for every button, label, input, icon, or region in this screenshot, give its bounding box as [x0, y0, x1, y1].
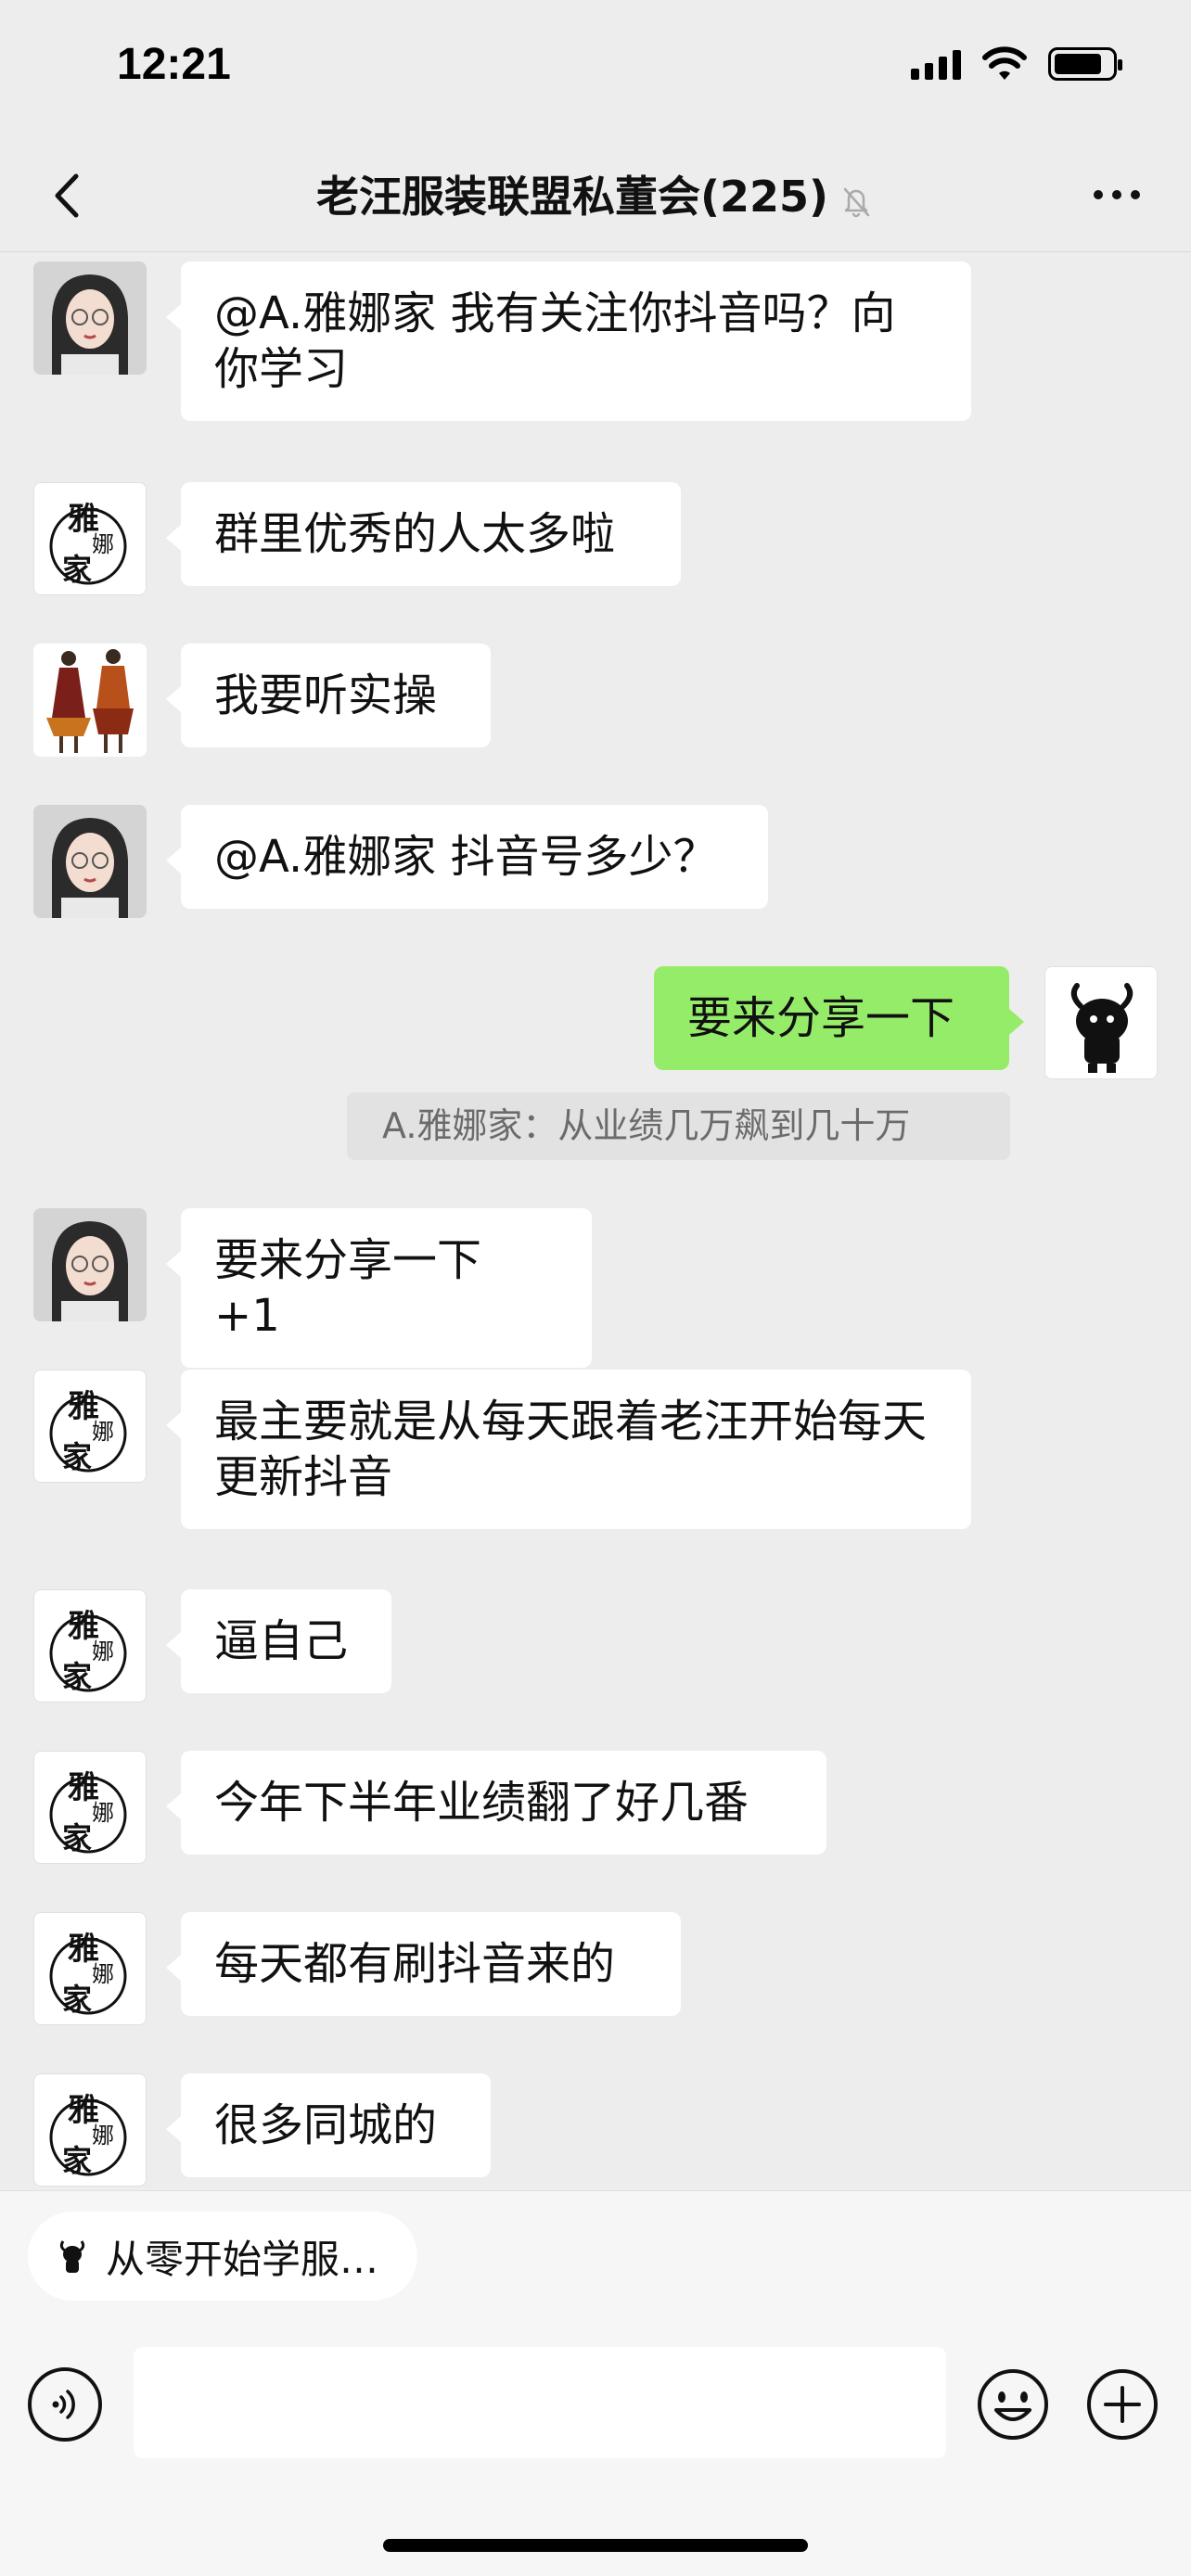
avatar[interactable]: 雅 娜 家 [33, 2073, 147, 2187]
message-text: 每天都有刷抖音来的 [214, 1938, 616, 1990]
plus-icon[interactable] [1085, 2367, 1159, 2442]
message-text: @A.雅娜家 抖音号多少？ [214, 831, 718, 883]
chat-title-text: 老汪服装联盟私董会(225) [315, 172, 829, 222]
yana-logo-icon: 雅 娜 家 [49, 2092, 127, 2178]
avatar[interactable] [33, 1208, 147, 1321]
chip-label: 从零开始学服… [106, 2236, 379, 2282]
message-bubble[interactable]: 群里优秀的人太多啦 [166, 482, 681, 586]
yana-logo-icon: 雅 娜 家 [49, 501, 127, 587]
status-bar: 12:21 [0, 0, 1191, 139]
yana-logo-icon: 雅 娜 家 [49, 1388, 127, 1474]
svg-text:家: 家 [62, 1439, 92, 1474]
message-text: 最主要就是从每天跟着老汪开始每天更新抖音 [214, 1396, 928, 1503]
message-bubble[interactable]: 逼自己 [166, 1589, 391, 1693]
message-text: @A.雅娜家 我有关注你抖音吗？向你学习 [214, 287, 896, 395]
cellular-signal-icon [911, 48, 961, 80]
svg-text:家: 家 [62, 552, 92, 587]
message-bubble[interactable]: 我要听实操 [166, 644, 491, 747]
battery-icon [1048, 47, 1122, 81]
avatar[interactable]: 雅 娜 家 [33, 1370, 147, 1483]
message-text: 要来分享一下 [687, 992, 955, 1044]
emoji-icon[interactable] [976, 2367, 1050, 2442]
voice-button[interactable] [28, 2367, 102, 2442]
avatar[interactable]: 雅 娜 家 [33, 482, 147, 595]
svg-text:家: 家 [62, 1982, 92, 2017]
home-indicator[interactable] [383, 2539, 808, 2552]
avatar[interactable] [33, 644, 147, 757]
svg-text:家: 家 [62, 1659, 92, 1694]
mini-program-chip[interactable]: 从零开始学服… [28, 2212, 417, 2301]
message-bubble[interactable]: 每天都有刷抖音来的 [166, 1912, 681, 2016]
message-bubble[interactable]: 要来分享一下 +1 [166, 1208, 592, 1368]
woman-avatar-icon [33, 805, 147, 918]
message-bubble[interactable]: 今年下半年业绩翻了好几番 [166, 1751, 826, 1855]
avatar[interactable] [33, 805, 147, 918]
avatar[interactable]: 雅 娜 家 [33, 1751, 147, 1864]
avatar[interactable]: 雅 娜 家 [33, 1589, 147, 1702]
svg-text:家: 家 [62, 2143, 92, 2178]
message-bubble[interactable]: 很多同城的 [166, 2073, 491, 2177]
chat-title: 老汪服装联盟私董会(225) [0, 163, 1191, 224]
avatar[interactable]: 雅 娜 家 [33, 1912, 147, 2025]
wifi-icon [982, 46, 1027, 80]
quoted-message[interactable]: A.雅娜家：从业绩几万飙到几十万 [347, 1092, 1010, 1160]
message-bubble[interactable]: @A.雅娜家 我有关注你抖音吗？向你学习 [166, 261, 971, 421]
message-text: 群里优秀的人太多啦 [214, 508, 616, 560]
mute-bell-icon [843, 187, 870, 217]
svg-text:娜: 娜 [92, 1961, 114, 1987]
yana-logo-icon: 雅 娜 家 [49, 1769, 127, 1855]
bull-character-icon [1045, 967, 1157, 1078]
message-text: 很多同城的 [214, 2099, 438, 2151]
yana-logo-icon: 雅 娜 家 [49, 1931, 127, 2017]
svg-text:娜: 娜 [92, 531, 114, 557]
message-input[interactable] [134, 2347, 946, 2458]
woman-avatar-icon [33, 1208, 147, 1321]
message-bubble-self[interactable]: 要来分享一下 [654, 966, 1024, 1070]
yana-logo-icon: 雅 娜 家 [49, 1608, 127, 1694]
svg-text:家: 家 [62, 1820, 92, 1855]
nav-bar: 老汪服装联盟私董会(225) [0, 139, 1191, 252]
bottom-panel: 从零开始学服… [0, 2190, 1191, 2576]
quote-text: A.雅娜家：从业绩几万飙到几十万 [382, 1105, 911, 1146]
message-bubble[interactable]: 最主要就是从每天跟着老汪开始每天更新抖音 [166, 1370, 971, 1529]
message-bubble[interactable]: @A.雅娜家 抖音号多少？ [166, 805, 768, 909]
svg-text:娜: 娜 [92, 1419, 114, 1445]
message-text: 要来分享一下 +1 [214, 1234, 482, 1342]
woman-avatar-icon [33, 261, 147, 375]
voice-icon [52, 2390, 75, 2419]
avatar[interactable] [33, 261, 147, 375]
svg-text:娜: 娜 [92, 1639, 114, 1664]
bull-character-icon [59, 2240, 85, 2273]
status-icons [911, 46, 1122, 82]
avatar-self[interactable] [1044, 966, 1158, 1079]
fashion-illustration-icon [33, 644, 147, 757]
message-text: 逼自己 [214, 1615, 349, 1667]
input-row [0, 2347, 1191, 2468]
svg-text:娜: 娜 [92, 1800, 114, 1826]
message-text: 我要听实操 [214, 670, 438, 721]
more-options-icon[interactable] [1080, 167, 1154, 223]
message-text: 今年下半年业绩翻了好几番 [214, 1777, 749, 1829]
svg-text:娜: 娜 [92, 2123, 114, 2149]
status-time: 12:21 [117, 40, 231, 89]
